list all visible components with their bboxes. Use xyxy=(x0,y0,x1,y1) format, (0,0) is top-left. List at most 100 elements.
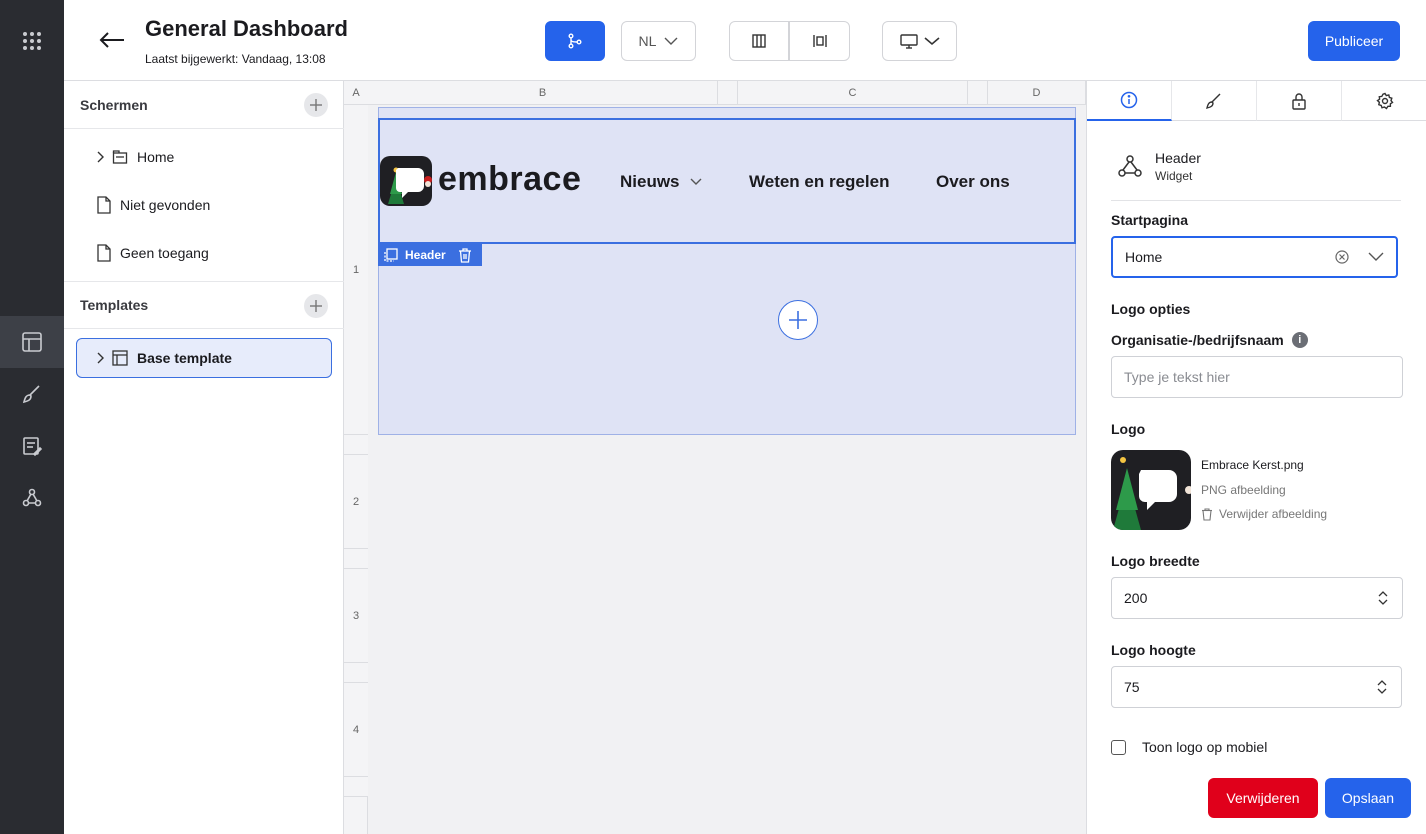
icon-rail xyxy=(0,0,64,834)
chevron-right-icon[interactable] xyxy=(96,151,106,163)
info-icon[interactable]: i xyxy=(1291,332,1308,348)
templates-title: Templates xyxy=(80,297,149,313)
columns-icon xyxy=(752,34,766,48)
plus-icon xyxy=(310,300,322,312)
chevron-right-icon[interactable] xyxy=(96,352,106,364)
delete-button[interactable]: Verwijderen xyxy=(1208,778,1318,818)
screen-item-no-access[interactable]: Geen toegang xyxy=(76,233,332,273)
template-item-base[interactable]: Base template xyxy=(76,338,332,378)
remove-logo-link[interactable]: Verwijder afbeelding xyxy=(1201,507,1327,521)
org-name-input[interactable]: Type je tekst hier xyxy=(1111,356,1403,398)
publish-button[interactable]: Publiceer xyxy=(1308,21,1400,61)
screens-panel: Schermen Home Niet gevonden Geen toegang… xyxy=(64,81,344,834)
row-header-2: 2 xyxy=(344,455,368,549)
apps-grid-icon[interactable] xyxy=(0,15,64,67)
logo-label: Logo xyxy=(1111,421,1146,437)
tab-settings[interactable] xyxy=(1342,81,1426,121)
column-header-d: D xyxy=(988,81,1086,105)
row-gap xyxy=(344,777,368,797)
logo-height-label: Logo hoogte xyxy=(1111,642,1196,658)
columns-view-button[interactable] xyxy=(729,21,789,61)
start-page-value: Home xyxy=(1125,249,1163,265)
select-widget-icon[interactable] xyxy=(383,247,399,263)
add-template-button[interactable] xyxy=(304,294,328,318)
stepper-arrows-icon[interactable] xyxy=(1377,679,1387,695)
column-gutter xyxy=(968,81,988,105)
header-widget[interactable]: embrace Nieuws Weten en regelen Over ons xyxy=(378,118,1076,244)
embrace-logo-mark xyxy=(380,156,432,206)
home-screen-icon xyxy=(112,150,128,164)
tab-info[interactable] xyxy=(1087,81,1172,121)
top-bar: General Dashboard Laatst bijgewerkt: Van… xyxy=(64,0,1426,81)
spacing-view-button[interactable] xyxy=(789,21,850,61)
properties-panel: Header Widget Startpagina Home Logo opti… xyxy=(1086,81,1426,834)
page-icon xyxy=(97,196,111,214)
logo-height-value: 75 xyxy=(1124,679,1140,695)
chevron-down-icon xyxy=(664,37,678,45)
screen-item-not-found[interactable]: Niet gevonden xyxy=(76,185,332,225)
show-logo-mobile-label: Toon logo op mobiel xyxy=(1142,739,1268,755)
last-updated-text: Laatst bijgewerkt: Vandaag, 13:08 xyxy=(145,52,326,66)
column-header-a: A xyxy=(344,81,368,105)
logo-width-stepper[interactable]: 200 xyxy=(1111,577,1403,619)
logo-options-heading: Logo opties xyxy=(1111,301,1191,317)
back-arrow-icon[interactable] xyxy=(98,26,126,59)
language-select[interactable]: NL xyxy=(621,21,696,61)
start-page-select[interactable]: Home xyxy=(1111,236,1398,278)
trash-icon xyxy=(1202,507,1212,521)
nav-item-rules[interactable]: Weten en regelen xyxy=(749,172,889,192)
flow-button[interactable] xyxy=(545,21,605,61)
chevron-down-icon[interactable] xyxy=(1368,252,1384,262)
row-header-4: 4 xyxy=(344,683,368,777)
logo-height-stepper[interactable]: 75 xyxy=(1111,666,1402,708)
row-gap xyxy=(344,435,368,455)
page-icon xyxy=(97,244,111,262)
chevron-down-icon xyxy=(690,178,702,185)
screen-item-home[interactable]: Home xyxy=(76,137,332,177)
gear-icon xyxy=(1375,92,1394,109)
device-select[interactable] xyxy=(882,21,957,61)
nav-item-news[interactable]: Nieuws xyxy=(620,172,702,192)
logo-width-label: Logo breedte xyxy=(1111,553,1200,569)
flow-icon xyxy=(568,33,582,49)
row-gap xyxy=(344,549,368,569)
monitor-icon xyxy=(899,34,918,49)
row-header-3: 3 xyxy=(344,569,368,663)
logo-thumbnail[interactable] xyxy=(1111,450,1191,530)
template-item-label: Base template xyxy=(137,350,232,366)
lock-icon xyxy=(1292,92,1306,110)
add-screen-button[interactable] xyxy=(304,93,328,117)
screen-item-label: Niet gevonden xyxy=(120,197,211,213)
column-gutter xyxy=(718,81,738,105)
edit-list-icon[interactable] xyxy=(0,420,64,472)
save-button[interactable]: Opslaan xyxy=(1325,778,1411,818)
screens-header: Schermen xyxy=(64,81,344,129)
layout-icon[interactable] xyxy=(0,316,64,368)
org-name-label: Organisatie-/bedrijfsnaam xyxy=(1111,332,1284,348)
page-title: General Dashboard xyxy=(145,16,348,41)
row-gap xyxy=(344,663,368,683)
chevron-down-icon xyxy=(923,37,940,46)
brush-icon[interactable] xyxy=(0,368,64,420)
widget-type-icon xyxy=(1117,153,1143,184)
info-icon xyxy=(1120,91,1138,109)
integrations-icon[interactable] xyxy=(0,472,64,524)
tab-permissions[interactable] xyxy=(1257,81,1342,121)
screens-title: Schermen xyxy=(80,96,148,113)
editor-canvas[interactable]: A B C D 1 2 3 4 embrace Nieuws Weten en … xyxy=(344,81,1086,834)
start-page-label: Startpagina xyxy=(1111,212,1189,228)
trash-icon[interactable] xyxy=(458,247,472,263)
add-widget-button[interactable] xyxy=(778,300,818,340)
widget-label-tag[interactable]: Header xyxy=(378,244,482,266)
show-logo-mobile-checkbox[interactable] xyxy=(1111,740,1126,755)
template-layout-icon xyxy=(112,350,128,366)
clear-icon[interactable] xyxy=(1335,250,1349,264)
stepper-arrows-icon[interactable] xyxy=(1378,590,1388,606)
language-value: NL xyxy=(638,33,657,49)
widget-name: Header xyxy=(1155,150,1201,166)
column-header-b: B xyxy=(368,81,718,105)
nav-item-about[interactable]: Over ons xyxy=(936,172,1010,192)
tab-style[interactable] xyxy=(1172,81,1257,121)
divider xyxy=(1111,200,1401,201)
logo-file-name: Embrace Kerst.png xyxy=(1201,458,1304,472)
